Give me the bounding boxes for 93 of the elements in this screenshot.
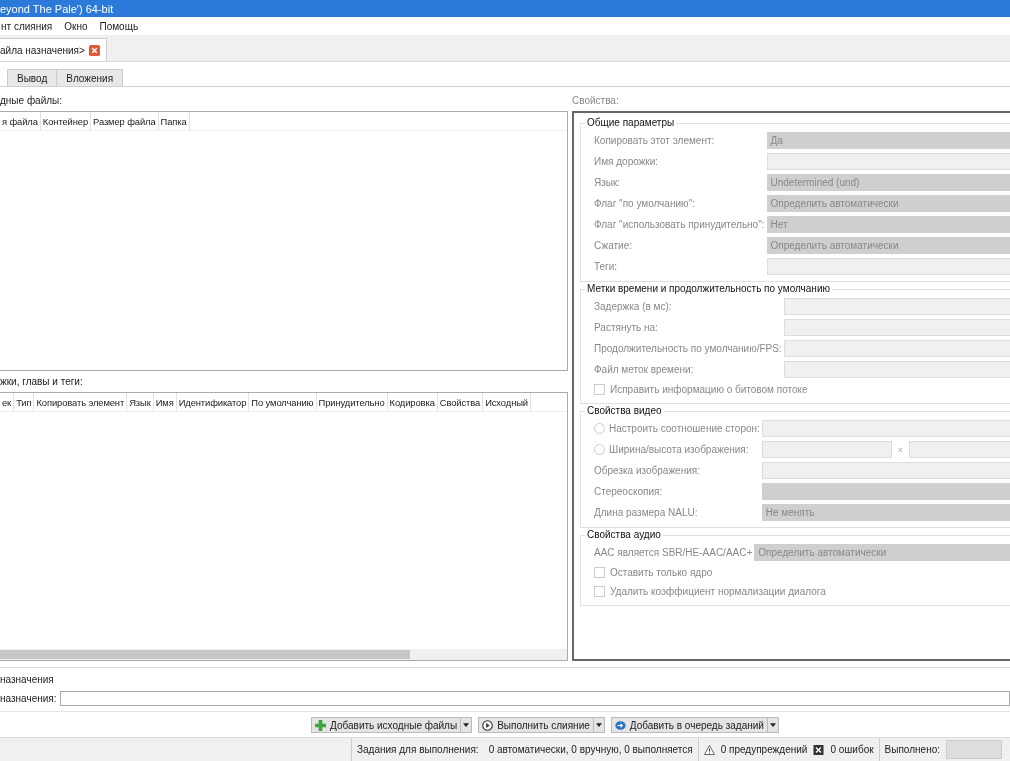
input-field[interactable] bbox=[761, 420, 1010, 437]
input-field[interactable] bbox=[766, 153, 1010, 170]
field-label: Растянуть на: bbox=[594, 322, 658, 333]
checkbox-label: Исправить информацию о битовом потоке bbox=[610, 384, 808, 395]
section-label: Свойства: bbox=[572, 95, 620, 108]
caret-icon bbox=[595, 723, 602, 727]
input-field[interactable] bbox=[783, 319, 1010, 336]
section-label: жки, главы и теги: bbox=[0, 376, 84, 389]
errors-count: 0 ошибок bbox=[830, 744, 874, 755]
dropdown-arrow-button[interactable] bbox=[593, 717, 605, 733]
field-label: Флаг "по умолчанию": bbox=[594, 198, 695, 209]
checkbox-label: Удалить коэффициент нормализации диалога bbox=[610, 586, 826, 597]
column-header[interactable]: Копировать элемент bbox=[34, 393, 128, 411]
caret-icon bbox=[769, 723, 776, 727]
plus-icon bbox=[315, 719, 327, 731]
field-label: Имя дорожки: bbox=[594, 156, 659, 167]
field-label: назначения: bbox=[0, 692, 57, 704]
input-field[interactable] bbox=[783, 361, 1010, 378]
tab[interactable]: Вывод bbox=[7, 69, 58, 86]
checkbox[interactable] bbox=[594, 384, 605, 395]
tab-label: айла назначения> bbox=[0, 44, 85, 56]
queue-icon bbox=[614, 719, 626, 731]
field-label: Продолжительность по умолчанию/FPS: bbox=[594, 343, 782, 354]
field-label: Настроить соотношение сторон: bbox=[609, 423, 760, 434]
column-header[interactable]: я файла bbox=[0, 112, 41, 130]
field-label: Стереоскопия: bbox=[594, 486, 663, 497]
status-label: Задания для выполнения: bbox=[357, 744, 479, 755]
input-field[interactable] bbox=[766, 258, 1010, 275]
column-header[interactable]: Контейнер bbox=[40, 112, 92, 130]
horizontal-scrollbar[interactable] bbox=[0, 649, 567, 660]
column-header[interactable]: Идентификатор bbox=[176, 393, 250, 411]
column-header[interactable]: Кодировка bbox=[387, 393, 438, 411]
section-label: дные файлы: bbox=[0, 95, 64, 108]
checkbox[interactable] bbox=[594, 567, 605, 578]
group-title: назначения bbox=[0, 674, 55, 686]
error-icon bbox=[813, 744, 825, 755]
column-header[interactable]: Принудительно bbox=[316, 393, 388, 411]
input-field[interactable] bbox=[783, 340, 1010, 357]
field-label: Флаг "использовать принудительно": bbox=[594, 219, 765, 230]
dropdown[interactable] bbox=[761, 483, 1010, 500]
dropdown-arrow-button[interactable] bbox=[461, 717, 473, 733]
column-header[interactable]: Язык bbox=[127, 393, 154, 411]
menu-item[interactable]: Помощь bbox=[99, 20, 139, 32]
column-header[interactable]: Имя bbox=[153, 393, 177, 411]
group-title: Свойства видео bbox=[585, 405, 664, 416]
column-header[interactable]: Свойства bbox=[437, 393, 484, 411]
input-field[interactable] bbox=[761, 441, 892, 458]
close-icon[interactable] bbox=[88, 44, 100, 56]
action-button[interactable]: Добавить в очередь заданий bbox=[610, 717, 768, 733]
field-label: Задержка (в мс): bbox=[594, 301, 672, 312]
warning-icon bbox=[703, 744, 715, 755]
column-header[interactable]: Папка bbox=[158, 112, 190, 130]
group-title: Метки времени и продолжительность по умолчанию bbox=[585, 283, 832, 294]
radio-button[interactable] bbox=[594, 444, 605, 455]
column-header[interactable]: Тип bbox=[14, 393, 35, 411]
field-label: Язык: bbox=[594, 177, 621, 188]
action-button[interactable]: Добавить исходные файлы bbox=[311, 717, 462, 733]
menu-item[interactable]: Окно bbox=[64, 20, 88, 32]
field-label: Копировать этот элемент: bbox=[594, 135, 715, 146]
field-label: Файл меток времени: bbox=[594, 364, 694, 375]
column-header[interactable]: Размер файла bbox=[91, 112, 159, 130]
input-field[interactable] bbox=[761, 462, 1010, 479]
tab[interactable]: Вложения bbox=[56, 69, 124, 86]
checkbox-label: Оставить только ядро bbox=[610, 567, 713, 578]
play-icon bbox=[482, 719, 494, 731]
input-field[interactable] bbox=[783, 298, 1010, 315]
checkbox[interactable] bbox=[594, 586, 605, 597]
column-header[interactable]: Исходный bbox=[483, 393, 531, 411]
field-label: Сжатие: bbox=[594, 240, 632, 251]
field-label: Теги: bbox=[594, 261, 618, 272]
column-header[interactable]: ек bbox=[0, 393, 15, 411]
menu-item[interactable]: нт слияния bbox=[1, 20, 53, 32]
tracks-table[interactable]: ек Тип Копировать элемент Язык Имя Идентификатор По умолчанию Принудительно Кодировка Свойства Исходный bbox=[0, 392, 568, 661]
warnings-count: 0 предупреждений bbox=[720, 744, 808, 755]
group-title: Общие параметры bbox=[585, 117, 677, 128]
column-header[interactable]: По умолчанию bbox=[249, 393, 317, 411]
input-field[interactable] bbox=[909, 441, 1010, 458]
times-sign: × bbox=[897, 444, 904, 455]
file-tab[interactable]: айла назначения> bbox=[0, 38, 107, 61]
field-label: AAC является SBR/HE-AAC/AAC+ bbox=[594, 547, 753, 558]
dropdown-arrow-button[interactable] bbox=[767, 717, 779, 733]
status-label: Выполнено: bbox=[884, 744, 940, 755]
field-label: Обрезка изображения: bbox=[594, 465, 700, 476]
destination-field[interactable] bbox=[59, 690, 1010, 706]
radio-button[interactable] bbox=[594, 423, 605, 434]
window-title: eyond The Pale') 64-bit bbox=[0, 2, 114, 15]
group-title: Свойства аудио bbox=[585, 529, 663, 540]
caret-icon bbox=[463, 723, 470, 727]
status-text: 0 автоматически, 0 вручную, 0 выполняется bbox=[488, 744, 693, 755]
field-label: Ширина/высота изображения: bbox=[609, 444, 749, 455]
action-button[interactable]: Выполнить слияние bbox=[478, 717, 594, 733]
source-files-table[interactable]: я файла Контейнер Размер файла Папка bbox=[0, 111, 568, 371]
field-label: Длина размера NALU: bbox=[594, 507, 698, 518]
